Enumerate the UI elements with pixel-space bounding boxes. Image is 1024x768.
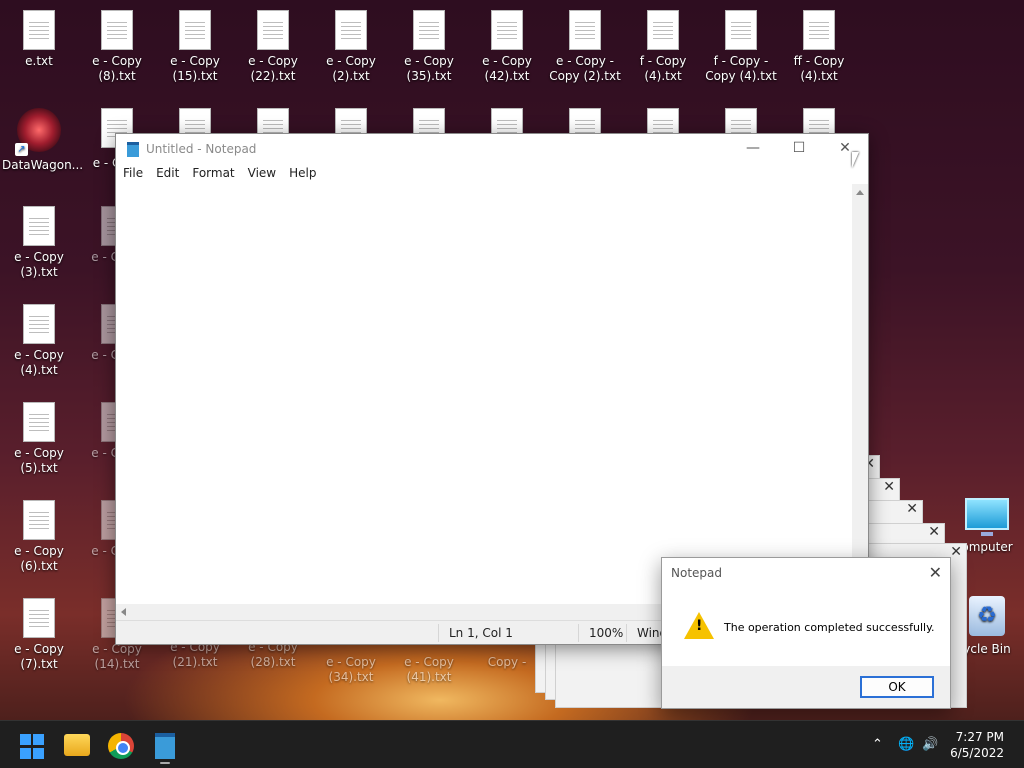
text-file-icon (569, 10, 601, 50)
menu-file[interactable]: File (116, 164, 149, 182)
title-bar[interactable]: Untitled - Notepad — ☐ ✕ (116, 134, 868, 164)
desktop-icon-file[interactable]: e - Copy (35).txt (390, 2, 468, 84)
desktop-icon-file[interactable]: e - Copy (22).txt (234, 2, 312, 84)
desktop-icon-file[interactable]: e - Copy (4).txt (0, 296, 78, 378)
text-file-icon (413, 10, 445, 50)
text-file-icon (101, 10, 133, 50)
computer-icon (965, 498, 1009, 536)
desktop-icon-e-txt[interactable]: e.txt (0, 2, 78, 69)
desktop-icon-file[interactable]: e - Copy - Copy (2).txt (546, 2, 624, 84)
dialog-title: Notepad (671, 566, 722, 580)
start-button[interactable] (20, 734, 46, 760)
file-explorer-icon[interactable] (64, 734, 90, 756)
clock-date: 6/5/2022 (950, 746, 1004, 760)
close-icon[interactable]: ✕ (928, 524, 940, 540)
menu-view[interactable]: View (241, 164, 282, 182)
text-file-icon (335, 10, 367, 50)
chrome-icon[interactable] (108, 733, 134, 759)
recycle-bin-icon: ♻ (969, 596, 1005, 636)
window-title: Untitled - Notepad (146, 142, 257, 156)
menu-edit[interactable]: Edit (149, 164, 185, 182)
close-button[interactable]: ✕ (822, 134, 868, 164)
active-app-indicator (160, 762, 170, 764)
text-file-icon (491, 10, 523, 50)
vertical-scrollbar[interactable] (852, 184, 868, 604)
desktop-icon-file[interactable]: ff - Copy (4).txt (780, 2, 858, 84)
text-editor-area[interactable] (116, 184, 853, 604)
minimize-button[interactable]: — (730, 134, 776, 164)
text-file-icon (725, 10, 757, 50)
text-file-icon (23, 206, 55, 246)
text-file-icon (23, 402, 55, 442)
desktop-shortcut-datawagon[interactable]: DataWagon... (0, 104, 83, 173)
desktop-icon-file[interactable]: e - Copy (3).txt (0, 198, 78, 280)
close-icon[interactable]: ✕ (950, 544, 962, 560)
text-file-icon (23, 598, 55, 638)
desktop-icon-file[interactable]: e - Copy (34).txt (312, 655, 390, 685)
maximize-button[interactable]: ☐ (776, 134, 822, 164)
message-dialog: Notepad ✕ ! The operation completed succ… (661, 557, 951, 709)
text-file-icon (257, 10, 289, 50)
desktop-icon-file[interactable]: e - Copy (15).txt (156, 2, 234, 84)
close-icon[interactable]: ✕ (883, 479, 895, 495)
taskbar: ⌃ 🌐 🔊 7:27 PM 6/5/2022 (0, 720, 1024, 768)
desktop-icon-file[interactable]: e - Copy (2).txt (312, 2, 390, 84)
cursor-position: Ln 1, Col 1 (438, 624, 578, 642)
close-icon[interactable]: ✕ (906, 501, 918, 517)
notepad-taskbar-icon[interactable] (155, 733, 175, 759)
warning-icon: ! (684, 612, 714, 639)
scroll-up-arrow-icon[interactable] (856, 190, 864, 195)
menu-help[interactable]: Help (282, 164, 322, 182)
text-file-icon (23, 10, 55, 50)
desktop-icon-file[interactable]: f - Copy (4).txt (624, 2, 702, 84)
desktop-icon-file[interactable]: f - Copy - Copy (4).txt (702, 2, 780, 84)
mouse-cursor-icon (852, 152, 859, 168)
ok-button[interactable]: OK (860, 676, 934, 698)
text-file-icon (23, 500, 55, 540)
desktop-icon-file[interactable]: e - Copy (7).txt (0, 590, 78, 672)
scroll-left-arrow-icon[interactable] (121, 608, 126, 616)
desktop-icon-file[interactable]: e - Copy (41).txt (390, 655, 468, 685)
desktop-icon-file[interactable]: e - Copy (42).txt (468, 2, 546, 84)
text-file-icon (803, 10, 835, 50)
text-file-icon (179, 10, 211, 50)
dialog-footer: OK (662, 666, 950, 708)
datawagon-app-icon (15, 108, 61, 156)
network-globe-icon[interactable]: 🌐 (898, 721, 914, 768)
menu-format[interactable]: Format (185, 164, 240, 182)
text-file-icon (647, 10, 679, 50)
notepad-icon (127, 142, 139, 157)
dialog-message: The operation completed successfully. (724, 621, 935, 634)
dialog-close-button[interactable]: ✕ (929, 563, 942, 582)
menu-bar: File Edit Format View Help (116, 164, 868, 184)
clock-time: 7:27 PM (955, 730, 1004, 744)
desktop-icon-file[interactable]: e - Copy (8).txt (78, 2, 156, 84)
desktop-icon-file[interactable]: e - Copy (5).txt (0, 394, 78, 476)
desktop-icon-file[interactable]: e - Copy (6).txt (0, 492, 78, 574)
volume-icon[interactable]: 🔊 (922, 721, 938, 768)
show-hidden-icons-chevron-icon[interactable]: ⌃ (872, 721, 883, 768)
clock[interactable]: 7:27 PM 6/5/2022 (950, 729, 1004, 761)
text-file-icon (23, 304, 55, 344)
